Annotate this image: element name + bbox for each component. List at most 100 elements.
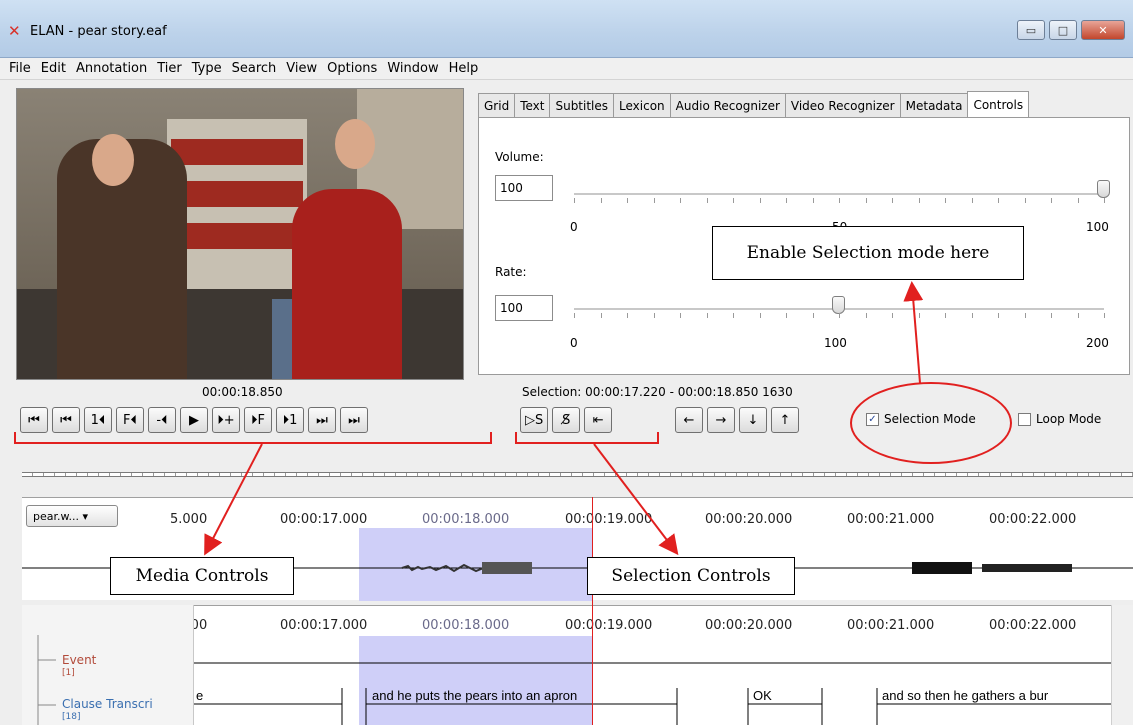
menu-type[interactable]: Type [187,61,227,76]
go-to-begin-button[interactable]: ⏮ [20,407,48,433]
slider-tick [759,198,761,203]
callout-selection-mode: Enable Selection mode here [712,226,1024,280]
menu-bar: File Edit Annotation Tier Type Search Vi… [0,58,1133,80]
previous-annotation-button[interactable]: ← [675,407,703,433]
pixel-back-button[interactable]: -⏴ [148,407,176,433]
menu-tier[interactable]: Tier [152,61,187,76]
pixel-forward-button[interactable]: ⏵+ [212,407,240,433]
tier-event-count: [1] [62,668,75,678]
menu-window[interactable]: Window [382,61,443,76]
selection-controls-row: ▷S S̸ ⇤ [520,407,613,433]
annotation-cell[interactable]: OK [753,688,772,703]
tab-text[interactable]: Text [514,93,551,117]
menu-options[interactable]: Options [322,61,382,76]
go-to-end-button[interactable]: ⏭ [340,407,368,433]
slider-tick [733,198,734,203]
next-scrollview-button[interactable]: ⏭ [308,407,336,433]
tab-lexicon[interactable]: Lexicon [613,93,671,117]
callout-selection-controls: Selection Controls [587,557,795,595]
timeline-overview[interactable] [22,462,1133,486]
slider-tick [680,313,681,318]
minimize-button[interactable]: ▭ [1017,20,1045,40]
slider-tick [998,313,999,318]
tier-scrollbar[interactable] [1111,605,1133,725]
play-selection-button[interactable]: ▷S [520,407,549,433]
rate-label: Rate: [495,265,527,279]
menu-view[interactable]: View [281,61,322,76]
slider-tick [971,313,973,318]
play-button[interactable]: ▶ [180,407,208,433]
tier-event-name[interactable]: Event [62,653,96,667]
timeline-overview-track [22,472,1133,477]
ruler-label: 00:00:19.000 [565,512,653,527]
annotation-cell[interactable]: and he puts the pears into an apron [372,688,577,703]
window-title: ELAN - pear story.eaf [30,24,167,39]
volume-min-label: 0 [570,220,578,234]
slider-tick [945,313,946,318]
ruler-label: 5.000 [170,512,208,527]
next-annotation-button[interactable]: → [707,407,735,433]
tier-clause-count: [18] [62,712,81,722]
video-person-man-head [92,134,134,186]
audio-file-dropdown[interactable]: pear.w... ▾ [26,505,118,527]
media-timecode: 00:00:18.850 [202,385,283,399]
maximize-button[interactable]: □ [1049,20,1077,40]
tab-audio-recognizer[interactable]: Audio Recognizer [669,93,786,117]
slider-tick [1051,313,1052,318]
slider-tick [1077,198,1079,203]
menu-search[interactable]: Search [227,61,282,76]
annotation-cell[interactable]: and so then he gathers a bur [882,688,1048,703]
rate-input[interactable]: 100 [495,295,553,321]
slider-tick [680,198,681,203]
volume-input[interactable]: 100 [495,175,553,201]
slider-tick [653,313,655,318]
tab-grid[interactable]: Grid [478,93,516,117]
media-controls-bracket [14,432,492,444]
selection-begin-button[interactable]: ⇤ [584,407,613,433]
slider-tick [574,198,575,203]
slider-tick [812,313,814,318]
clear-selection-button[interactable]: S̸ [552,407,581,433]
second-forward-button[interactable]: ⏵1 [276,407,304,433]
rate-mid-label: 100 [824,336,847,350]
rate-max-label: 200 [1086,336,1109,350]
slider-tick [1024,313,1026,318]
menu-annotation[interactable]: Annotation [71,61,152,76]
slider-tick [812,198,814,203]
slider-tick [971,198,973,203]
tier-up-button[interactable]: ↑ [771,407,799,433]
volume-slider-track[interactable] [574,193,1104,195]
slider-tick [600,198,602,203]
ruler-label: 00:00:17.000 [280,512,368,527]
tab-metadata[interactable]: Metadata [899,93,969,117]
rate-slider-thumb[interactable] [832,296,845,314]
slider-tick [627,198,628,203]
video-person-woman-head [335,119,375,169]
close-button[interactable]: ✕ [1081,20,1125,40]
video-shelf-row [171,181,303,207]
second-back-button[interactable]: 1⏴ [84,407,112,433]
slider-tick [892,313,893,318]
ruler-label: 00:00:18.000 [422,512,510,527]
elan-app-icon: ✕ [8,22,21,40]
slider-tick [945,198,946,203]
tab-video-recognizer[interactable]: Video Recognizer [784,93,901,117]
slider-tick [706,313,708,318]
tier-clause-name[interactable]: Clause Transcri [62,697,153,711]
annotation-cell[interactable]: e [196,688,203,703]
volume-max-label: 100 [1086,220,1109,234]
tier-down-button[interactable]: ↓ [739,407,767,433]
volume-slider-thumb[interactable] [1097,180,1110,198]
frame-back-button[interactable]: F⏴ [116,407,144,433]
slider-tick [839,313,840,318]
menu-file[interactable]: File [4,61,36,76]
tab-controls[interactable]: Controls [967,91,1030,117]
frame-forward-button[interactable]: ⏵F [244,407,272,433]
menu-help[interactable]: Help [444,61,484,76]
volume-label: Volume: [495,150,544,164]
tab-subtitles[interactable]: Subtitles [549,93,615,117]
previous-scrollview-button[interactable]: ⏮ [52,407,80,433]
loop-mode-checkbox[interactable] [1018,413,1031,426]
menu-edit[interactable]: Edit [36,61,71,76]
slider-tick [653,198,655,203]
